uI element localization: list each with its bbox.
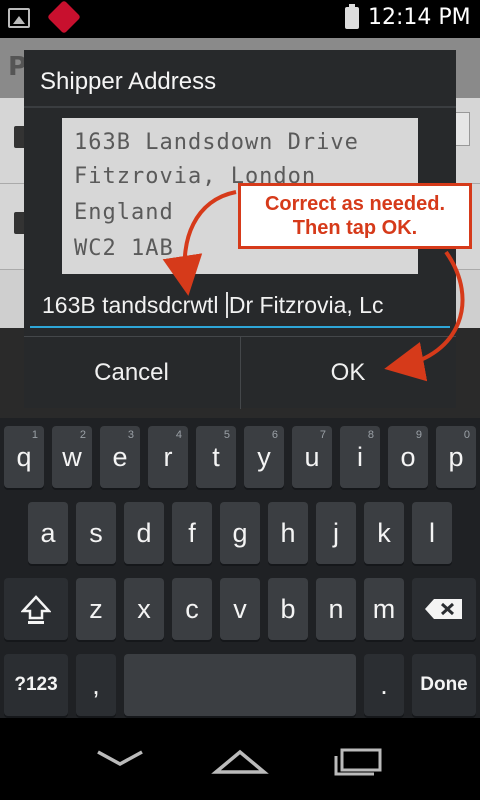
key-w[interactable]: 2w [52,426,92,488]
key-b[interactable]: b [268,578,308,640]
dialog-button-bar: Cancel OK [24,336,456,409]
done-key[interactable]: Done [412,654,476,716]
key-x[interactable]: x [124,578,164,640]
comma-key[interactable]: , [76,654,116,716]
key-hint: 3 [127,429,134,441]
address-input-text: 163B tandsdcrwtl Dr Fitzrovia, Lc [42,292,383,319]
recent-apps-icon[interactable] [330,738,390,778]
instruction-callout: Correct as needed. Then tap OK. [238,183,472,249]
app-notification-icon [47,0,81,34]
key-z[interactable]: z [76,578,116,640]
key-n[interactable]: n [316,578,356,640]
key-r[interactable]: 4r [148,426,188,488]
key-hint: 4 [175,429,182,441]
key-hint: 8 [367,429,374,441]
scan-line: England [74,200,174,225]
key-t[interactable]: 5t [196,426,236,488]
key-hint: 5 [223,429,230,441]
home-icon[interactable] [210,738,270,778]
ok-button[interactable]: OK [240,337,455,409]
key-k[interactable]: k [364,502,404,564]
period-key[interactable]: . [364,654,404,716]
key-hint: 6 [271,429,278,441]
key-e[interactable]: 3e [100,426,140,488]
symbols-key[interactable]: ?123 [4,654,68,716]
key-label: t [212,441,220,472]
shift-key[interactable] [4,578,68,640]
scan-line: 163B Landsdown Drive [74,130,359,155]
image-icon [8,8,30,28]
back-chevron-icon[interactable] [90,738,150,778]
key-a[interactable]: a [28,502,68,564]
dialog-title: Shipper Address [40,68,217,95]
key-label: q [16,441,32,472]
dialog-divider [24,106,456,108]
key-v[interactable]: v [220,578,260,640]
key-label: w [62,441,82,472]
status-bar: 12:14 PM [0,0,480,38]
callout-line-2: Then tap OK. [292,217,418,239]
text-cursor [225,292,228,318]
key-label: o [400,441,416,472]
address-input[interactable]: 163B tandsdcrwtl Dr Fitzrovia, Lc [30,286,450,328]
key-h[interactable]: h [268,502,308,564]
battery-icon [345,4,359,29]
key-j[interactable]: j [316,502,356,564]
key-u[interactable]: 7u [292,426,332,488]
key-label: r [163,441,173,472]
key-hint: 9 [415,429,422,441]
key-c[interactable]: c [172,578,212,640]
shift-icon [21,595,51,624]
key-label: i [357,441,363,472]
key-p[interactable]: 0p [436,426,476,488]
key-g[interactable]: g [220,502,260,564]
cancel-button[interactable]: Cancel [24,337,239,409]
key-s[interactable]: s [76,502,116,564]
scan-line: WC2 1AB [74,236,174,261]
key-hint: 2 [79,429,86,441]
input-text-after-cursor: Dr Fitzrovia, Lc [228,292,384,318]
key-q[interactable]: 1q [4,426,44,488]
key-label: e [112,441,128,472]
key-i[interactable]: 8i [340,426,380,488]
key-o[interactable]: 9o [388,426,428,488]
navigation-bar [0,718,480,800]
key-label: u [304,441,320,472]
key-m[interactable]: m [364,578,404,640]
key-label: p [448,441,464,472]
key-hint: 7 [319,429,326,441]
key-l[interactable]: l [412,502,452,564]
key-label: y [257,441,271,472]
key-y[interactable]: 6y [244,426,284,488]
space-key[interactable] [124,654,356,716]
key-f[interactable]: f [172,502,212,564]
callout-line-1: Correct as needed. [264,193,446,215]
input-text-before-cursor: 163B tandsdcrwtl [42,292,225,318]
backspace-key[interactable] [412,578,476,640]
key-d[interactable]: d [124,502,164,564]
key-hint: 0 [463,429,470,441]
soft-keyboard: 1q 2w 3e 4r 5t 6y 7u 8i 9o 0p a s d f g … [0,418,480,718]
backspace-icon [425,599,462,619]
key-hint: 1 [31,429,38,441]
status-time: 12:14 PM [368,5,471,30]
